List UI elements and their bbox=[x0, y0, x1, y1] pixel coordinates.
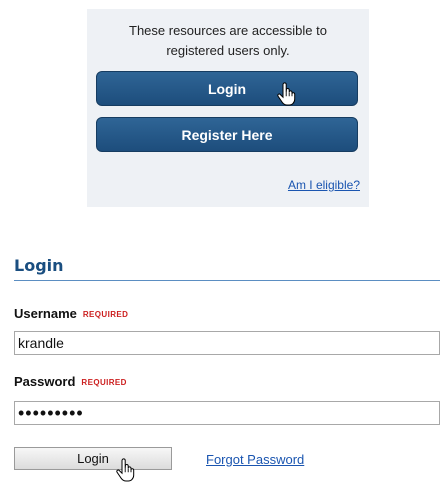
register-button-label: Register Here bbox=[181, 126, 273, 143]
register-button[interactable]: Register Here bbox=[96, 117, 358, 152]
panel-login-button-label: Login bbox=[207, 80, 247, 97]
panel-login-button[interactable]: Login bbox=[96, 71, 358, 106]
login-submit-button[interactable]: Login bbox=[14, 447, 172, 470]
password-label-text: Password bbox=[14, 374, 76, 389]
hand-cursor-icon bbox=[115, 458, 137, 482]
login-heading: Login bbox=[14, 256, 64, 275]
username-input[interactable]: krandle bbox=[14, 331, 440, 355]
username-label: Username REQUIRED bbox=[14, 306, 128, 321]
access-message: These resources are accessible to regist… bbox=[87, 21, 369, 61]
forgot-password-link[interactable]: Forgot Password bbox=[206, 452, 304, 467]
access-panel: These resources are accessible to regist… bbox=[87, 9, 369, 207]
password-required-badge: REQUIRED bbox=[81, 378, 127, 388]
username-label-text: Username bbox=[14, 306, 77, 321]
hand-cursor-icon bbox=[276, 82, 298, 106]
eligibility-link[interactable]: Am I eligible? bbox=[288, 178, 360, 192]
login-submit-button-label: Login bbox=[77, 451, 109, 466]
password-label: Password REQUIRED bbox=[14, 374, 127, 389]
heading-divider bbox=[14, 280, 440, 281]
password-input[interactable]: ••••••••• bbox=[14, 401, 440, 425]
username-value: krandle bbox=[18, 335, 64, 351]
access-message-line-1: These resources are accessible to bbox=[129, 23, 327, 38]
access-message-line-2: registered users only. bbox=[166, 43, 290, 58]
password-value: ••••••••• bbox=[18, 402, 84, 423]
username-required-badge: REQUIRED bbox=[82, 310, 129, 320]
